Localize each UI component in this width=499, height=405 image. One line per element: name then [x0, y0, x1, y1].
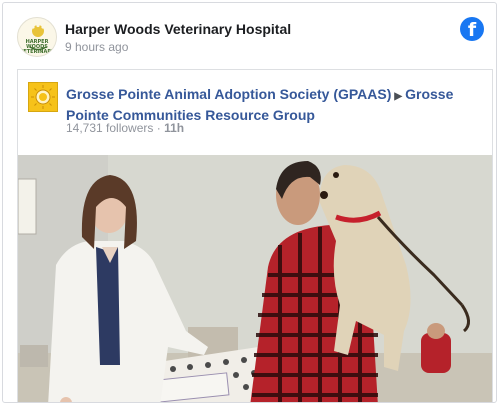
shared-post: Grosse Pointe Animal Adoption Society (G…	[17, 69, 493, 402]
group-meta: 14,731 followers · 11h	[66, 121, 184, 135]
page-avatar[interactable]: HARPER WOODS VETERINARY	[17, 17, 57, 57]
page-name[interactable]: Harper Woods Veterinary Hospital	[65, 21, 291, 37]
group-title: Grosse Pointe Animal Adoption Society (G…	[66, 85, 476, 124]
avatar-logo-text: HARPER WOODS VETERINARY	[19, 39, 55, 55]
group-post-time[interactable]: 11h	[164, 121, 184, 135]
follower-count: 14,731 followers	[66, 121, 154, 135]
post-photo[interactable]	[18, 155, 492, 402]
facebook-icon[interactable]: f	[460, 17, 484, 41]
post-timestamp[interactable]: 9 hours ago	[65, 40, 128, 54]
sun-logo-icon	[31, 85, 55, 109]
meta-separator: ·	[153, 121, 165, 135]
group-a-link[interactable]: Grosse Pointe Animal Adoption Society (G…	[66, 86, 391, 102]
post-card: HARPER WOODS VETERINARY Harper Woods Vet…	[2, 2, 497, 403]
photo-image	[18, 155, 492, 402]
group-avatar[interactable]	[28, 82, 58, 112]
post-header: HARPER WOODS VETERINARY Harper Woods Vet…	[17, 17, 486, 63]
triangle-right-icon: ▶	[394, 91, 403, 102]
